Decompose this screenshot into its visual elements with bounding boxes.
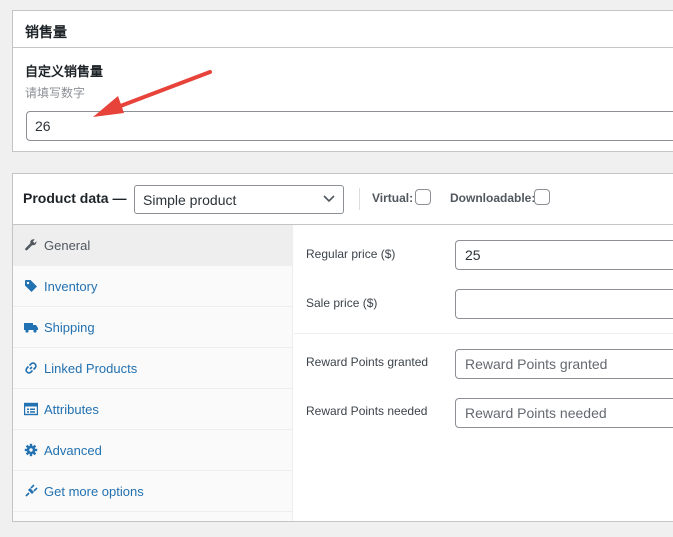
tab-attributes[interactable]: Attributes — [13, 389, 293, 430]
header-divider — [359, 188, 360, 210]
truck-icon — [24, 323, 38, 333]
virtual-label: Virtual: — [372, 191, 414, 205]
custom-sales-description: 请填写数字 — [25, 86, 86, 100]
sale-price-input[interactable] — [455, 289, 673, 319]
tag-icon — [25, 280, 37, 292]
tab-label: General — [44, 238, 91, 253]
virtual-checkbox[interactable] — [415, 189, 431, 205]
downloadable-checkbox[interactable] — [534, 189, 550, 205]
custom-sales-input[interactable] — [26, 111, 673, 141]
tab-label: Shipping — [44, 320, 95, 335]
regular-price-label: Regular price ($) — [306, 247, 396, 261]
product-data-tabs: General Inventory Shipping Linked Produc… — [13, 225, 293, 521]
reward-needed-input[interactable] — [455, 398, 673, 428]
product-type-value: Simple product — [143, 192, 237, 208]
chevron-down-icon — [323, 195, 335, 203]
tab-get-more-options[interactable]: Get more options — [13, 471, 293, 512]
tab-label: Inventory — [44, 279, 98, 294]
panel-divider — [294, 333, 673, 334]
sales-metabox-title: 销售量 — [13, 11, 673, 48]
sales-metabox: 销售量 自定义销售量 请填写数字 — [12, 10, 673, 152]
product-data-title: Product data — — [23, 190, 127, 206]
reward-granted-label: Reward Points granted — [306, 355, 429, 369]
product-data-metabox: Product data — Simple product Virtual: D… — [12, 173, 673, 522]
general-panel: Regular price ($) Sale price ($) Reward … — [294, 225, 673, 521]
tab-advanced[interactable]: Advanced — [13, 430, 293, 471]
plugin-icon — [25, 484, 38, 497]
tab-linked-products[interactable]: Linked Products — [13, 348, 293, 389]
list-icon — [24, 402, 38, 416]
tab-general[interactable]: General — [13, 225, 293, 266]
tab-label: Advanced — [44, 443, 102, 458]
sale-price-label: Sale price ($) — [306, 296, 378, 310]
reward-needed-label: Reward Points needed — [306, 404, 428, 418]
link-icon — [25, 362, 37, 374]
tab-inventory[interactable]: Inventory — [13, 266, 293, 307]
tab-label: Get more options — [44, 484, 144, 499]
downloadable-label: Downloadable: — [450, 191, 536, 205]
product-type-select[interactable]: Simple product — [134, 185, 344, 214]
gear-icon — [24, 443, 38, 457]
wrench-icon — [25, 239, 37, 251]
tab-label: Linked Products — [44, 361, 138, 376]
custom-sales-label: 自定义销售量 — [25, 65, 104, 80]
reward-granted-input[interactable] — [455, 349, 673, 379]
tab-shipping[interactable]: Shipping — [13, 307, 293, 348]
product-data-header: Product data — Simple product Virtual: D… — [13, 174, 673, 225]
regular-price-input[interactable] — [455, 240, 673, 270]
tab-label: Attributes — [44, 402, 99, 417]
